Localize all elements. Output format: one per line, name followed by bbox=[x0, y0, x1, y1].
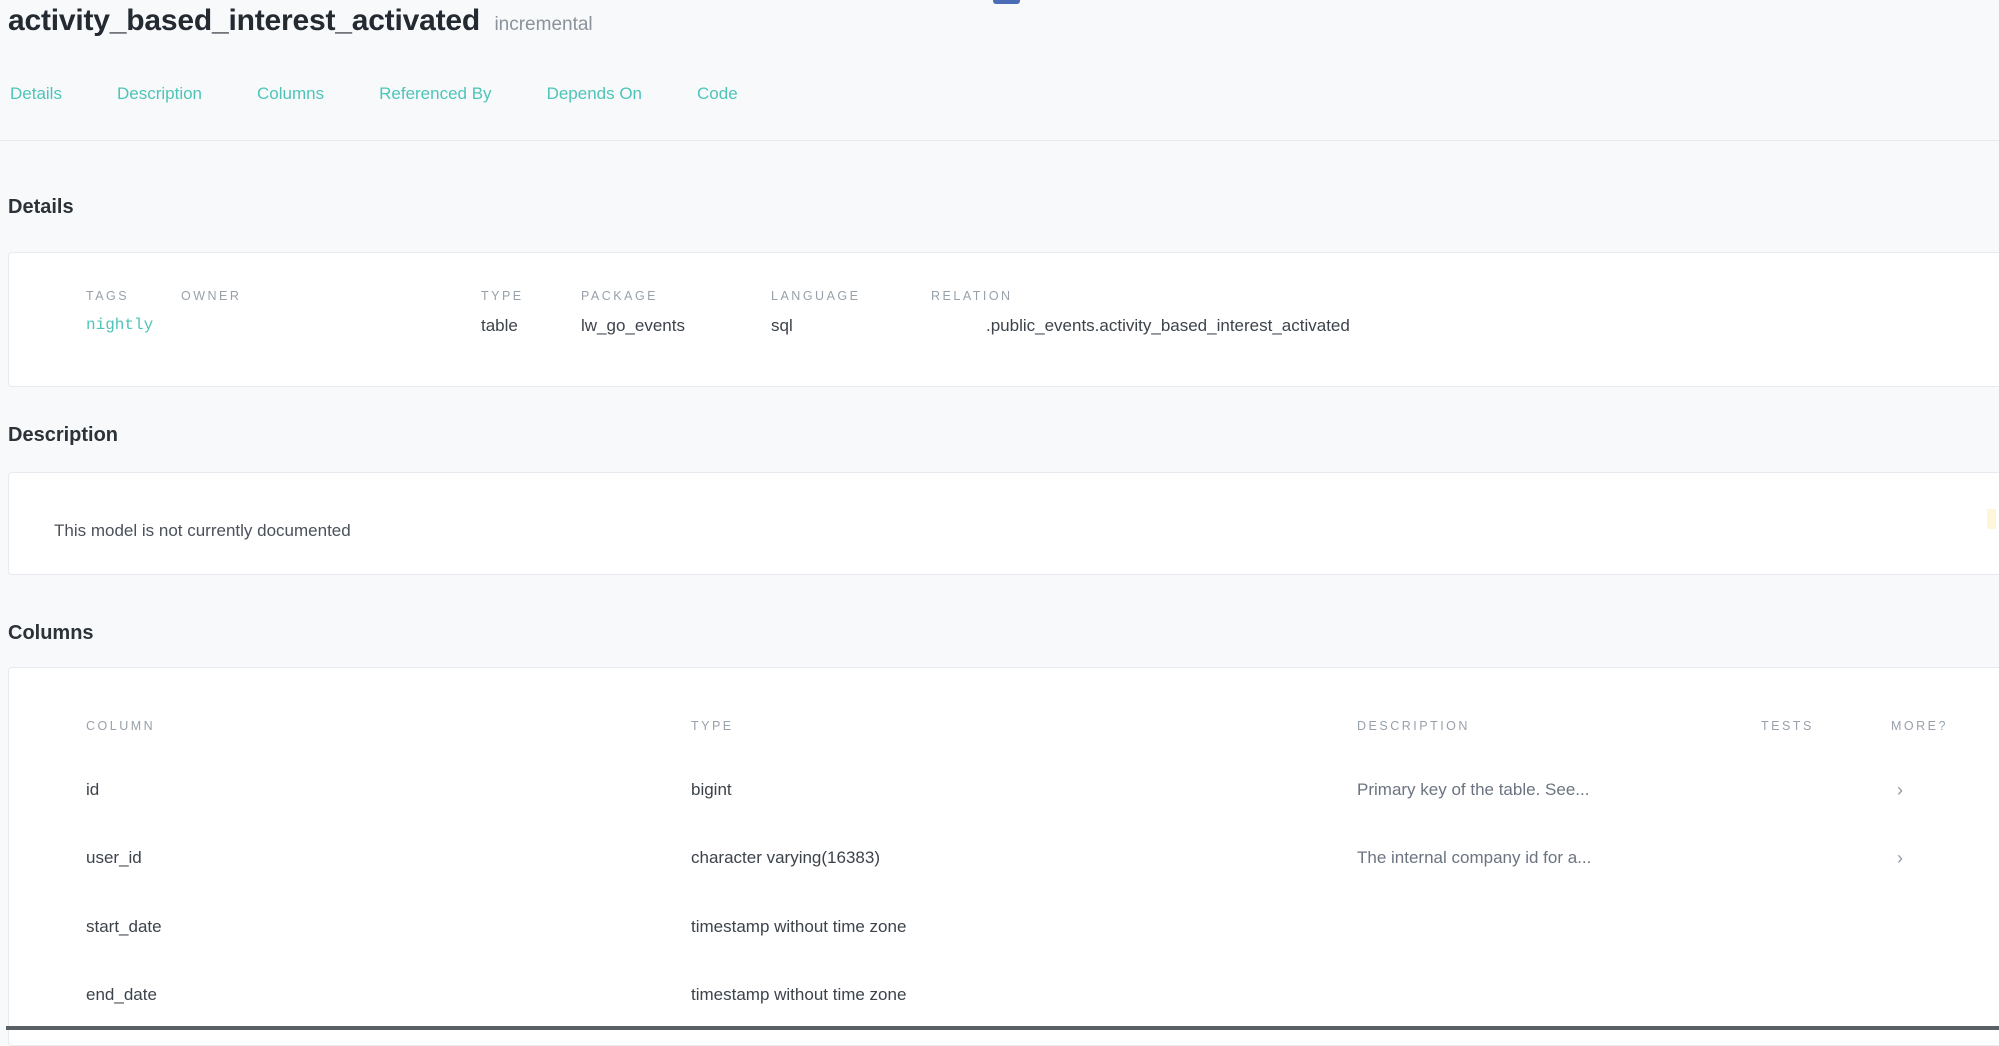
cell-column-description: Primary key of the table. See... bbox=[1357, 780, 1589, 800]
tag-link-nightly[interactable]: nightly bbox=[86, 316, 153, 334]
cell-column-type: timestamp without time zone bbox=[691, 917, 906, 937]
details-section-heading: Details bbox=[8, 196, 74, 219]
cell-column-type: bigint bbox=[691, 780, 732, 800]
columns-header-tests: TESTS bbox=[1761, 719, 1814, 733]
description-panel: This model is not currently documented bbox=[8, 472, 1999, 575]
field-relation: RELATION .public_events.activity_based_i… bbox=[931, 289, 1350, 336]
window-bottom-edge bbox=[6, 1026, 1999, 1030]
field-language: LANGUAGE sql bbox=[771, 289, 860, 336]
field-owner: OWNER bbox=[181, 289, 241, 316]
tab-code[interactable]: Code bbox=[697, 84, 738, 104]
table-row[interactable]: end_date timestamp without time zone bbox=[9, 985, 1999, 1011]
cell-column-type: timestamp without time zone bbox=[691, 985, 906, 1005]
cell-column-description: The internal company id for a... bbox=[1357, 848, 1591, 868]
page-title: activity_based_interest_activated bbox=[8, 4, 480, 37]
cell-column-name: user_id bbox=[86, 848, 142, 868]
tab-depends-on[interactable]: Depends On bbox=[547, 84, 642, 104]
table-row[interactable]: user_id character varying(16383) The int… bbox=[9, 848, 1999, 874]
section-nav: Details Description Columns Referenced B… bbox=[10, 84, 738, 104]
tab-columns[interactable]: Columns bbox=[257, 84, 324, 104]
cell-column-name: id bbox=[86, 780, 99, 800]
field-package: PACKAGE lw_go_events bbox=[581, 289, 685, 336]
chevron-right-icon[interactable]: › bbox=[1897, 780, 1903, 801]
header-divider bbox=[0, 140, 1999, 141]
cell-column-name: end_date bbox=[86, 985, 157, 1005]
field-package-label: PACKAGE bbox=[581, 289, 685, 303]
field-type: TYPE table bbox=[481, 289, 524, 336]
field-language-label: LANGUAGE bbox=[771, 289, 860, 303]
field-type-label: TYPE bbox=[481, 289, 524, 303]
columns-header-description: DESCRIPTION bbox=[1357, 719, 1470, 733]
tab-details[interactable]: Details bbox=[10, 84, 62, 104]
description-text: This model is not currently documented bbox=[54, 521, 351, 541]
tab-referenced-by[interactable]: Referenced By bbox=[379, 84, 491, 104]
cell-column-type: character varying(16383) bbox=[691, 848, 880, 868]
description-section-heading: Description bbox=[8, 424, 118, 447]
field-tags-label: TAGS bbox=[86, 289, 153, 303]
details-panel: TAGS nightly OWNER TYPE table PACKAGE lw… bbox=[8, 252, 1999, 387]
model-materialization-badge: incremental bbox=[494, 14, 592, 35]
field-owner-label: OWNER bbox=[181, 289, 241, 303]
columns-header-type: TYPE bbox=[691, 719, 734, 733]
page-header: activity_based_interest_activated increm… bbox=[8, 4, 593, 38]
field-relation-value: .public_events.activity_based_interest_a… bbox=[986, 316, 1350, 336]
clipped-link-fragment bbox=[993, 0, 1020, 4]
field-language-value: sql bbox=[771, 316, 860, 336]
table-row[interactable]: start_date timestamp without time zone bbox=[9, 917, 1999, 943]
cell-column-name: start_date bbox=[86, 917, 162, 937]
field-package-value: lw_go_events bbox=[581, 316, 685, 336]
field-type-value: table bbox=[481, 316, 524, 336]
field-relation-label: RELATION bbox=[931, 289, 1350, 303]
clipped-edge-fragment bbox=[1987, 509, 1996, 529]
chevron-right-icon[interactable]: › bbox=[1897, 848, 1903, 869]
columns-header-column: COLUMN bbox=[86, 719, 155, 733]
tab-description[interactable]: Description bbox=[117, 84, 202, 104]
columns-header-more: MORE? bbox=[1891, 719, 1948, 733]
table-row[interactable]: id bigint Primary key of the table. See.… bbox=[9, 780, 1999, 806]
columns-section-heading: Columns bbox=[8, 622, 94, 645]
columns-panel: COLUMN TYPE DESCRIPTION TESTS MORE? id b… bbox=[8, 667, 1999, 1046]
field-tags: TAGS nightly bbox=[86, 289, 153, 334]
